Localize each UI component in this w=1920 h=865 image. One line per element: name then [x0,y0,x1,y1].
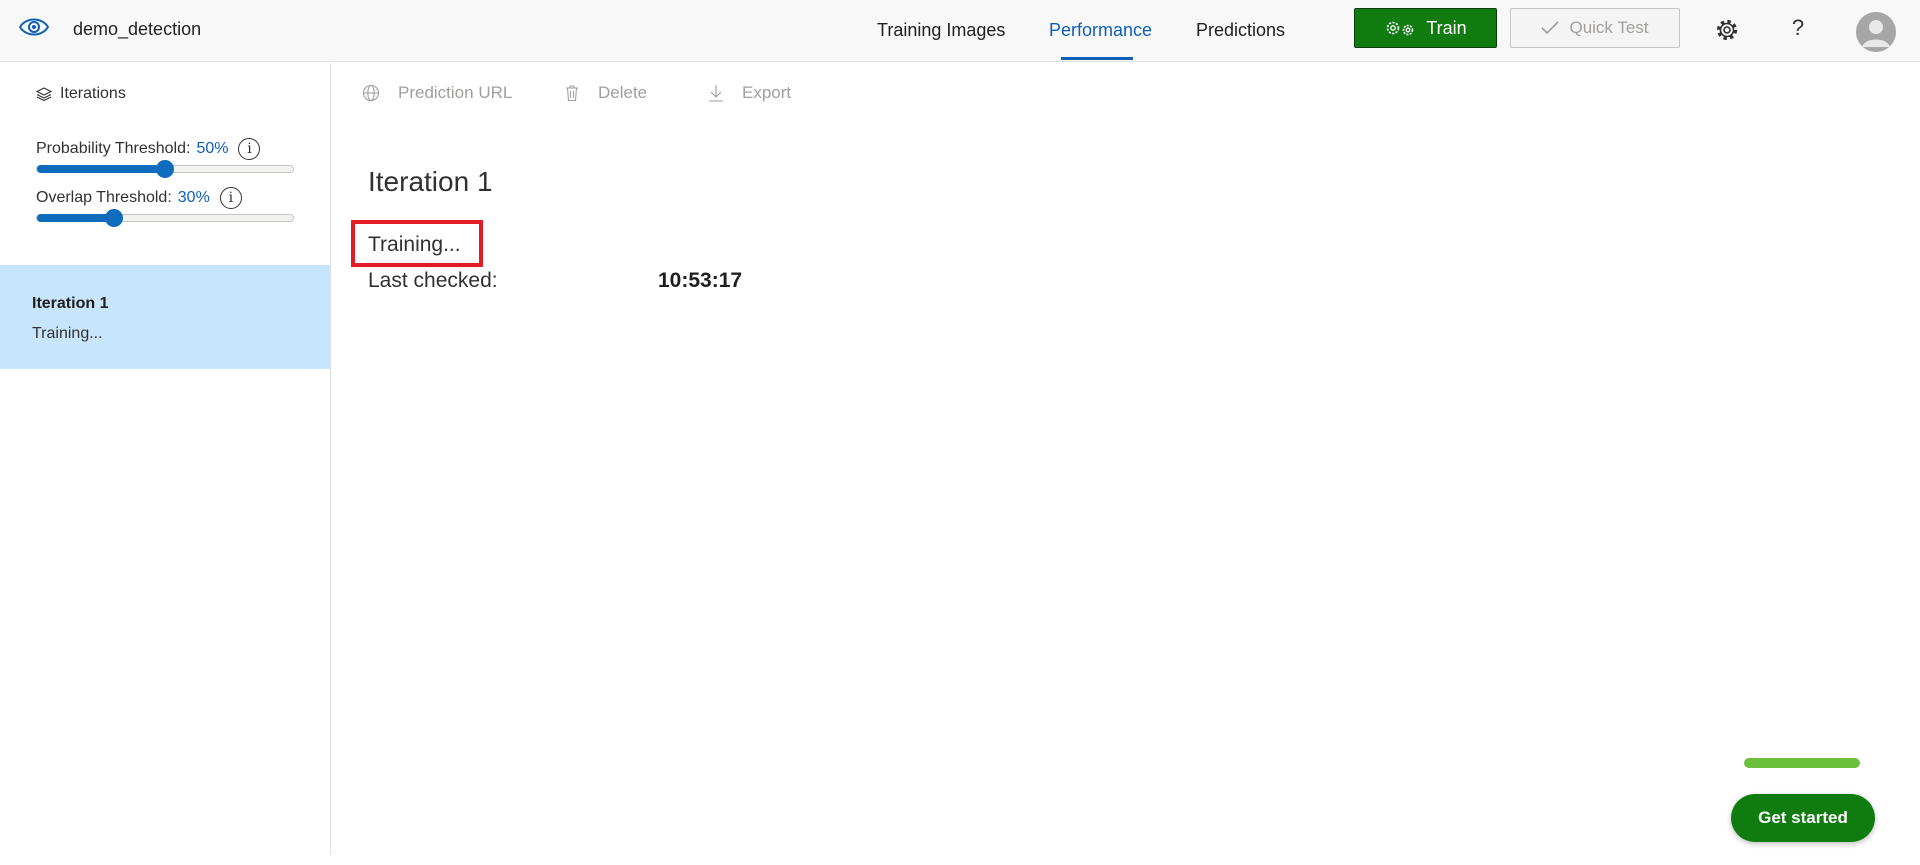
iterations-header: Iterations [36,85,126,103]
train-label: Train [1426,17,1467,38]
export-label: Export [742,83,792,102]
eye-icon[interactable] [18,15,50,39]
avatar[interactable] [1856,12,1896,52]
probability-value: 50% [196,140,229,157]
prediction-url-button[interactable]: Prediction URL [362,83,512,103]
overlap-slider-thumb[interactable] [104,209,123,227]
probability-slider-thumb[interactable] [156,160,174,178]
gear-icon[interactable] [1714,17,1740,43]
help-icon[interactable]: ? [1788,15,1808,41]
tab-predictions[interactable]: Predictions [1196,20,1285,41]
iteration-item-title: Iteration 1 [32,295,109,312]
layers-icon [36,87,52,102]
prediction-url-label: Prediction URL [398,83,513,102]
iterations-label: Iterations [60,85,126,102]
training-status: Training... [368,233,461,256]
delete-label: Delete [598,83,648,102]
iteration-title: Iteration 1 [368,166,493,197]
iteration-item-status: Training... [32,325,103,342]
overlap-slider-fill [37,214,114,222]
tab-training-images[interactable]: Training Images [877,20,1005,41]
quick-test-button[interactable]: Quick Test [1510,8,1680,48]
globe-icon [362,84,380,102]
probability-label-text: Probability Threshold: [36,140,191,157]
overlap-value: 30% [177,189,210,206]
top-bar: demo_detection Training Images Performan… [0,0,1920,62]
trash-icon [566,85,578,102]
sidebar: Iterations Probability Threshold: 50% i … [0,63,331,855]
overlap-label-text: Overlap Threshold: [36,189,172,206]
get-started-button[interactable]: Get started [1731,794,1875,842]
sidebar-item-iteration-1[interactable]: Iteration 1 Training... [0,265,330,369]
gears-icon [1387,21,1414,36]
check-icon [1541,21,1560,35]
overlap-threshold-label: Overlap Threshold: 30% i [36,187,242,209]
last-checked-value: 10:53:17 [658,269,743,292]
download-icon [709,85,723,102]
project-name[interactable]: demo_detection [73,19,201,40]
progress-indicator [1744,758,1860,768]
last-checked-label: Last checked: [368,269,498,292]
probability-slider-fill [37,165,165,173]
active-tab-underline [1061,57,1133,60]
delete-button[interactable]: Delete [564,83,647,103]
probability-slider[interactable] [36,160,294,178]
export-button[interactable]: Export [708,83,791,103]
train-button[interactable]: Train [1354,8,1497,48]
info-icon[interactable]: i [238,138,261,160]
tab-performance[interactable]: Performance [1049,20,1152,41]
overlap-slider[interactable] [36,209,294,227]
probability-threshold-label: Probability Threshold: 50% i [36,138,261,160]
info-icon[interactable]: i [219,187,242,209]
quick-test-label: Quick Test [1569,18,1649,37]
